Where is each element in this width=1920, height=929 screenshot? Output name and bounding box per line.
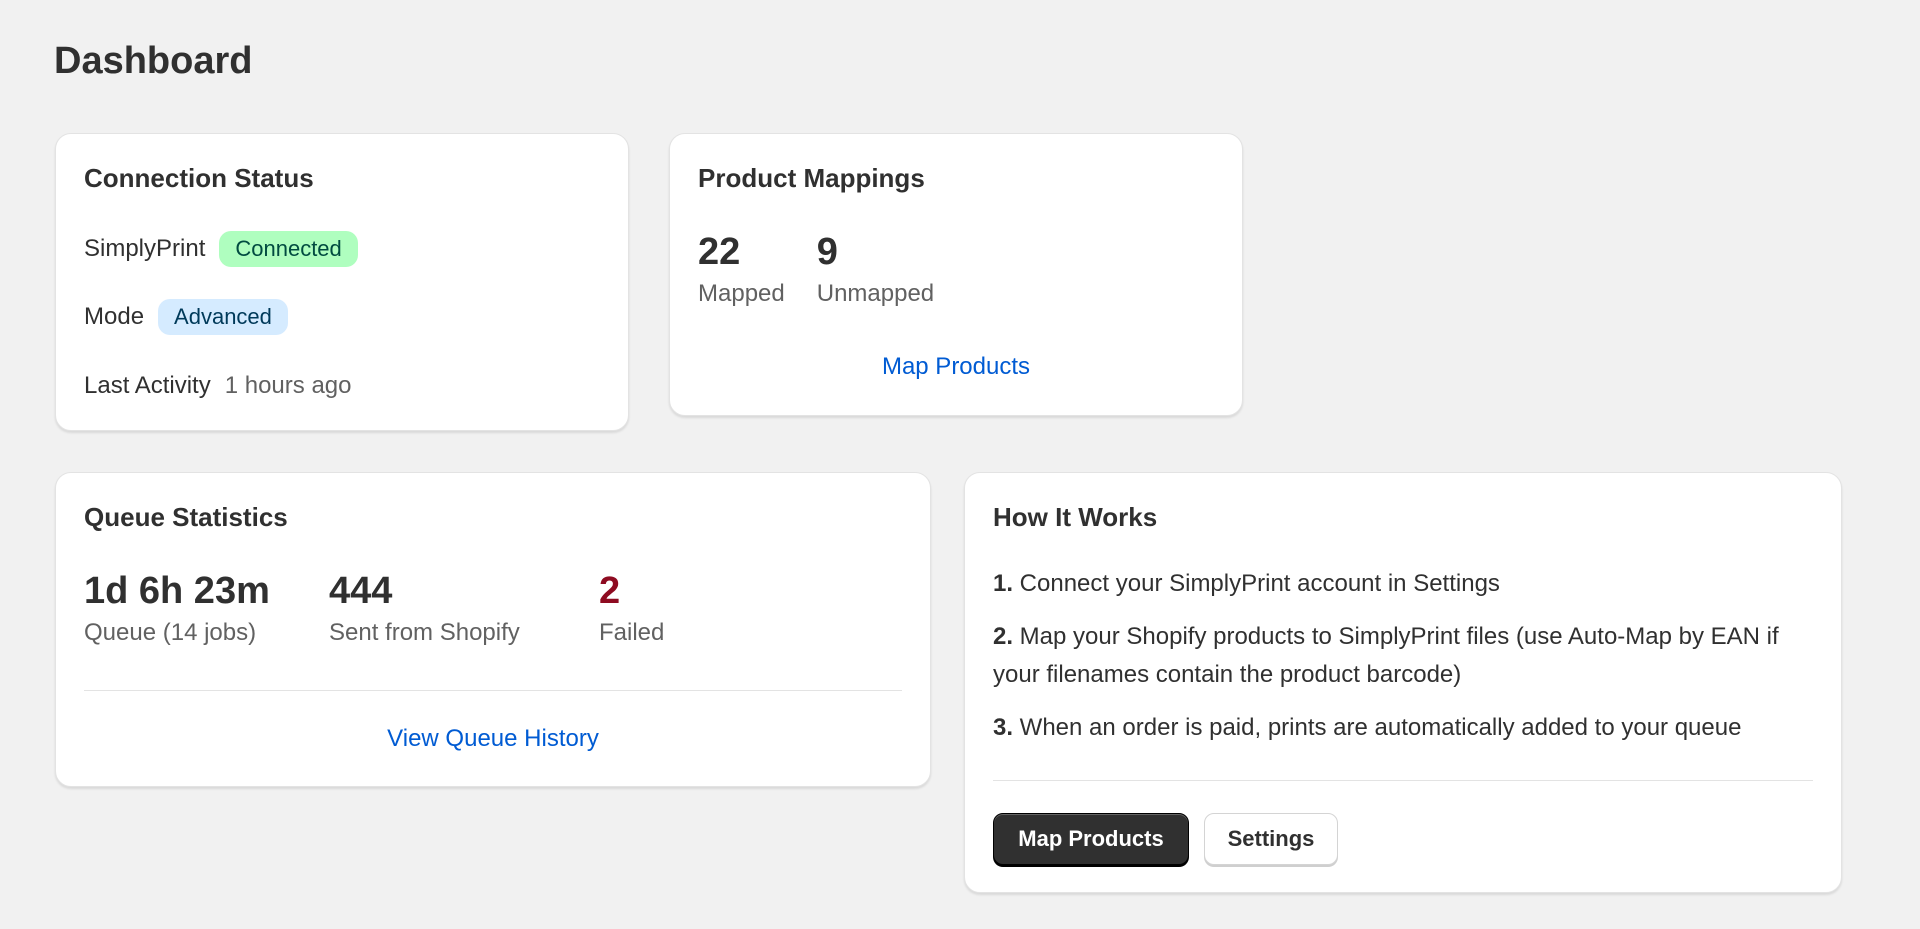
connection-status-card: Connection Status SimplyPrint Connected … xyxy=(55,133,629,431)
service-status-row: SimplyPrint Connected xyxy=(84,231,358,267)
mapped-stat: 22 Mapped xyxy=(698,230,785,310)
failed-label: Failed xyxy=(599,619,665,646)
service-label: SimplyPrint xyxy=(84,235,206,262)
card-title: How It Works xyxy=(993,502,1158,532)
how-it-works-card: How It Works 1. Connect your SimplyPrint… xyxy=(964,472,1842,893)
mode-label: Mode xyxy=(84,303,145,330)
step-number: 1. xyxy=(993,570,1014,597)
last-activity-label: Last Activity xyxy=(84,372,211,399)
product-mappings-card: Product Mappings 22 Mapped 9 Unmapped Ma… xyxy=(669,133,1243,416)
failed-value: 2 xyxy=(599,570,621,612)
step-text: Map your Shopify products to SimplyPrint… xyxy=(993,623,1779,688)
queue-duration-stat: 1d 6h 23m Queue (14 jobs) xyxy=(84,569,329,649)
sent-value: 444 xyxy=(329,570,393,612)
page-title: Dashboard xyxy=(54,40,253,82)
mapped-label: Mapped xyxy=(698,280,785,307)
queue-statistics-card: Queue Statistics 1d 6h 23m Queue (14 job… xyxy=(55,472,931,787)
step-item: 1. Connect your SimplyPrint account in S… xyxy=(993,565,1817,603)
view-queue-history-link[interactable]: View Queue History xyxy=(56,725,930,753)
step-text: Connect your SimplyPrint account in Sett… xyxy=(1013,570,1500,597)
map-products-link[interactable]: Map Products xyxy=(670,353,1242,381)
mapped-count: 22 xyxy=(698,231,741,273)
card-title: Product Mappings xyxy=(698,163,925,193)
step-number: 3. xyxy=(993,714,1014,741)
queue-duration-value: 1d 6h 23m xyxy=(84,570,270,612)
divider xyxy=(84,690,902,691)
unmapped-label: Unmapped xyxy=(816,280,935,307)
step-text: When an order is paid, prints are automa… xyxy=(1013,714,1742,741)
unmapped-count: 9 xyxy=(816,231,838,273)
connected-status-badge: Connected xyxy=(219,231,358,267)
step-item: 2. Map your Shopify products to SimplyPr… xyxy=(993,618,1817,694)
card-title: Connection Status xyxy=(84,163,314,193)
step-number: 2. xyxy=(993,623,1014,650)
step-item: 3. When an order is paid, prints are aut… xyxy=(993,709,1817,747)
unmapped-stat: 9 Unmapped xyxy=(817,230,934,310)
mapping-stats: 22 Mapped 9 Unmapped xyxy=(698,230,934,310)
sent-label: Sent from Shopify xyxy=(329,619,520,646)
divider xyxy=(993,780,1813,781)
sent-stat: 444 Sent from Shopify xyxy=(329,569,599,649)
mode-row: Mode Advanced xyxy=(84,299,288,335)
queue-stats: 1d 6h 23m Queue (14 jobs) 444 Sent from … xyxy=(84,569,664,649)
dashboard-page: Dashboard Connection Status SimplyPrint … xyxy=(0,0,1920,929)
map-products-button[interactable]: Map Products xyxy=(993,813,1189,865)
failed-stat: 2 Failed xyxy=(599,569,664,649)
last-activity-value: 1 hours ago xyxy=(224,372,352,399)
settings-button[interactable]: Settings xyxy=(1204,813,1338,865)
card-title: Queue Statistics xyxy=(84,502,288,532)
last-activity-row: Last Activity 1 hours ago xyxy=(84,372,351,400)
queue-duration-label: Queue (14 jobs) xyxy=(84,619,257,646)
mode-badge: Advanced xyxy=(158,299,288,335)
